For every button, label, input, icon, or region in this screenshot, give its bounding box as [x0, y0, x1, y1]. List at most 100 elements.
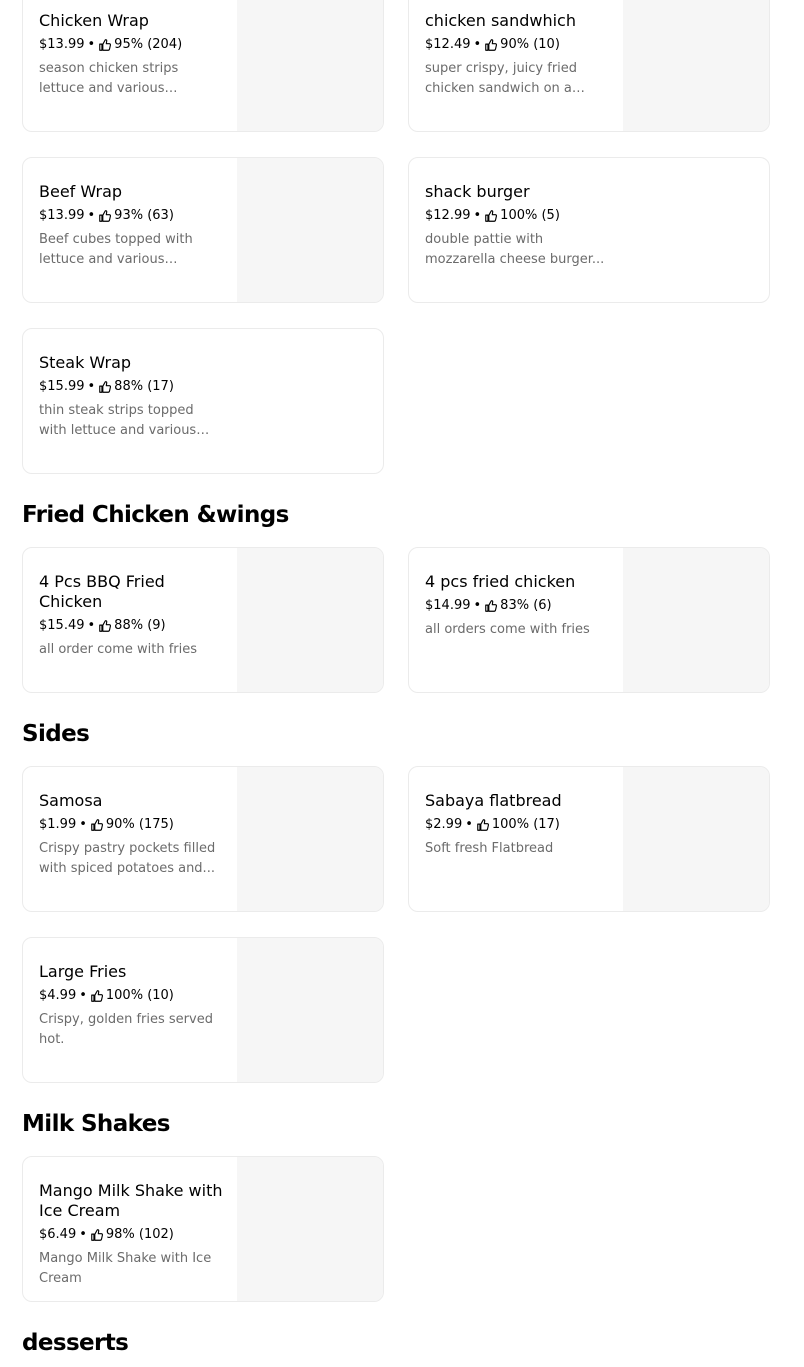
item-info: Beef Wrap $13.99 • 93% (63) Beef cubes t…: [39, 182, 225, 270]
item-description: all order come with fries: [39, 642, 198, 657]
item-info: 4 pcs fried chicken $14.99 • 83% (6) all…: [425, 572, 611, 640]
menu-item-bbq-fried-chicken[interactable]: 4 Pcs BBQ Fried Chicken $15.49 • 88% (9)…: [22, 547, 384, 693]
thumbs-up-icon: [91, 1229, 103, 1241]
separator: •: [79, 817, 87, 832]
item-rating: 98% (102): [105, 1227, 174, 1242]
menu-item-chicken-sandwhich[interactable]: chicken sandwhich $12.49 • 90% (10) supe…: [408, 0, 770, 132]
thumbs-up-icon: [91, 990, 103, 1002]
item-price: $4.99: [39, 988, 77, 1003]
item-name: chicken sandwhich: [425, 11, 576, 30]
item-name: 4 Pcs BBQ Fried Chicken: [39, 572, 165, 611]
item-name: 4 pcs fried chicken: [425, 572, 576, 591]
item-rating: 83% (6): [500, 598, 552, 613]
item-description: Crispy pastry pockets filled with spiced…: [39, 841, 216, 876]
section-title-desserts: desserts: [22, 1330, 129, 1356]
thumbs-up-icon: [99, 39, 112, 51]
thumbs-up-icon: [99, 210, 112, 222]
item-price: $2.99: [425, 817, 463, 832]
separator: •: [473, 37, 482, 52]
item-info: 4 Pcs BBQ Fried Chicken $15.49 • 88% (9)…: [39, 572, 225, 660]
item-image: [623, 0, 769, 131]
section-title-sides: Sides: [22, 721, 90, 747]
item-meta: $13.99 • 95% (204): [39, 35, 225, 55]
item-rating: 90% (175): [105, 817, 174, 832]
item-image: [237, 767, 383, 911]
item-rating: 100% (5): [500, 208, 560, 223]
item-info: chicken sandwhich $12.49 • 90% (10) supe…: [425, 11, 611, 99]
menu-item-large-fries[interactable]: Large Fries $4.99 • 100% (10) Crispy, go…: [22, 937, 384, 1083]
menu-item-chicken-wrap[interactable]: Chicken Wrap $13.99 • 95% (204) season c…: [22, 0, 384, 132]
item-name: Samosa: [39, 791, 103, 810]
menu-item-shack-burger[interactable]: shack burger $12.99 • 100% (5) double pa…: [408, 157, 770, 303]
item-rating: 88% (9): [114, 618, 166, 633]
menu-item-fried-chicken[interactable]: 4 pcs fried chicken $14.99 • 83% (6) all…: [408, 547, 770, 693]
thumbs-up-icon: [477, 819, 489, 831]
item-info: Sabaya flatbread $2.99 • 100% (17) Soft …: [425, 791, 611, 859]
separator: •: [79, 988, 87, 1003]
item-price: $15.49: [39, 618, 85, 633]
item-description: Crispy, golden fries served hot.: [39, 1012, 213, 1047]
separator: •: [87, 37, 96, 52]
item-meta: $6.49 • 98% (102): [39, 1225, 225, 1245]
menu-item-sabaya-flatbread[interactable]: Sabaya flatbread $2.99 • 100% (17) Soft …: [408, 766, 770, 912]
separator: •: [473, 208, 482, 223]
item-description: Beef cubes topped with lettuce and vario…: [39, 232, 193, 267]
menu-item-mango-milk-shake[interactable]: Mango Milk Shake with Ice Cream $6.49 • …: [22, 1156, 384, 1302]
item-name: shack burger: [425, 182, 530, 201]
item-image: [237, 0, 383, 131]
item-price: $12.99: [425, 208, 471, 223]
item-info: Samosa $1.99 • 90% (175) Crispy pastry p…: [39, 791, 225, 879]
item-name: Chicken Wrap: [39, 11, 149, 30]
item-info: Large Fries $4.99 • 100% (10) Crispy, go…: [39, 962, 225, 1050]
item-meta: $4.99 • 100% (10): [39, 986, 225, 1006]
item-description: Soft fresh Flatbread: [425, 841, 554, 856]
separator: •: [87, 379, 96, 394]
item-info: Steak Wrap $15.99 • 88% (17) thin steak …: [39, 353, 225, 441]
item-price: $13.99: [39, 37, 85, 52]
item-meta: $13.99 • 93% (63): [39, 206, 225, 226]
item-name: Beef Wrap: [39, 182, 123, 201]
item-name: Mango Milk Shake with Ice Cream: [39, 1181, 223, 1220]
thumbs-up-icon: [485, 39, 498, 51]
thumbs-up-icon: [485, 210, 498, 222]
item-image: [623, 548, 769, 692]
item-description: season chicken strips lettuce and variou…: [39, 61, 179, 96]
item-rating: 93% (63): [114, 208, 174, 223]
thumbs-up-icon: [485, 600, 498, 612]
thumbs-up-icon: [99, 620, 112, 632]
item-info: shack burger $12.99 • 100% (5) double pa…: [425, 182, 611, 270]
item-rating: 100% (17): [491, 817, 560, 832]
item-image: [237, 158, 383, 302]
menu-item-steak-wrap[interactable]: Steak Wrap $15.99 • 88% (17) thin steak …: [22, 328, 384, 474]
item-description: all orders come with fries: [425, 622, 590, 637]
menu-item-beef-wrap[interactable]: Beef Wrap $13.99 • 93% (63) Beef cubes t…: [22, 157, 384, 303]
section-title-milk-shakes: Milk Shakes: [22, 1111, 170, 1137]
item-info: Mango Milk Shake with Ice Cream $6.49 • …: [39, 1181, 225, 1289]
item-meta: $1.99 • 90% (175): [39, 815, 225, 835]
item-description: thin steak strips topped with lettuce an…: [39, 403, 197, 438]
item-description: Mango Milk Shake with Ice Cream: [39, 1251, 212, 1286]
thumbs-up-icon: [91, 819, 103, 831]
menu-item-samosa[interactable]: Samosa $1.99 • 90% (175) Crispy pastry p…: [22, 766, 384, 912]
separator: •: [79, 1227, 87, 1242]
item-price: $15.99: [39, 379, 85, 394]
thumbs-up-icon: [99, 381, 112, 393]
separator: •: [473, 598, 482, 613]
item-price: $12.49: [425, 37, 471, 52]
item-meta: $12.99 • 100% (5): [425, 206, 611, 226]
item-description: double pattie with mozzarella cheese bur…: [425, 232, 605, 267]
item-rating: 95% (204): [114, 37, 183, 52]
menu-page: Chicken Wrap $13.99 • 95% (204) season c…: [0, 0, 804, 1367]
item-meta: $12.49 • 90% (10): [425, 35, 611, 55]
item-name: Large Fries: [39, 962, 127, 981]
item-price: $13.99: [39, 208, 85, 223]
item-price: $1.99: [39, 817, 77, 832]
item-image: [237, 938, 383, 1082]
item-image: [237, 548, 383, 692]
item-name: Sabaya flatbread: [425, 791, 562, 810]
item-rating: 90% (10): [500, 37, 560, 52]
item-description: super crispy, juicy fried chicken sandwi…: [425, 61, 578, 96]
item-info: Chicken Wrap $13.99 • 95% (204) season c…: [39, 11, 225, 99]
item-name: Steak Wrap: [39, 353, 132, 372]
item-meta: $15.99 • 88% (17): [39, 377, 225, 397]
